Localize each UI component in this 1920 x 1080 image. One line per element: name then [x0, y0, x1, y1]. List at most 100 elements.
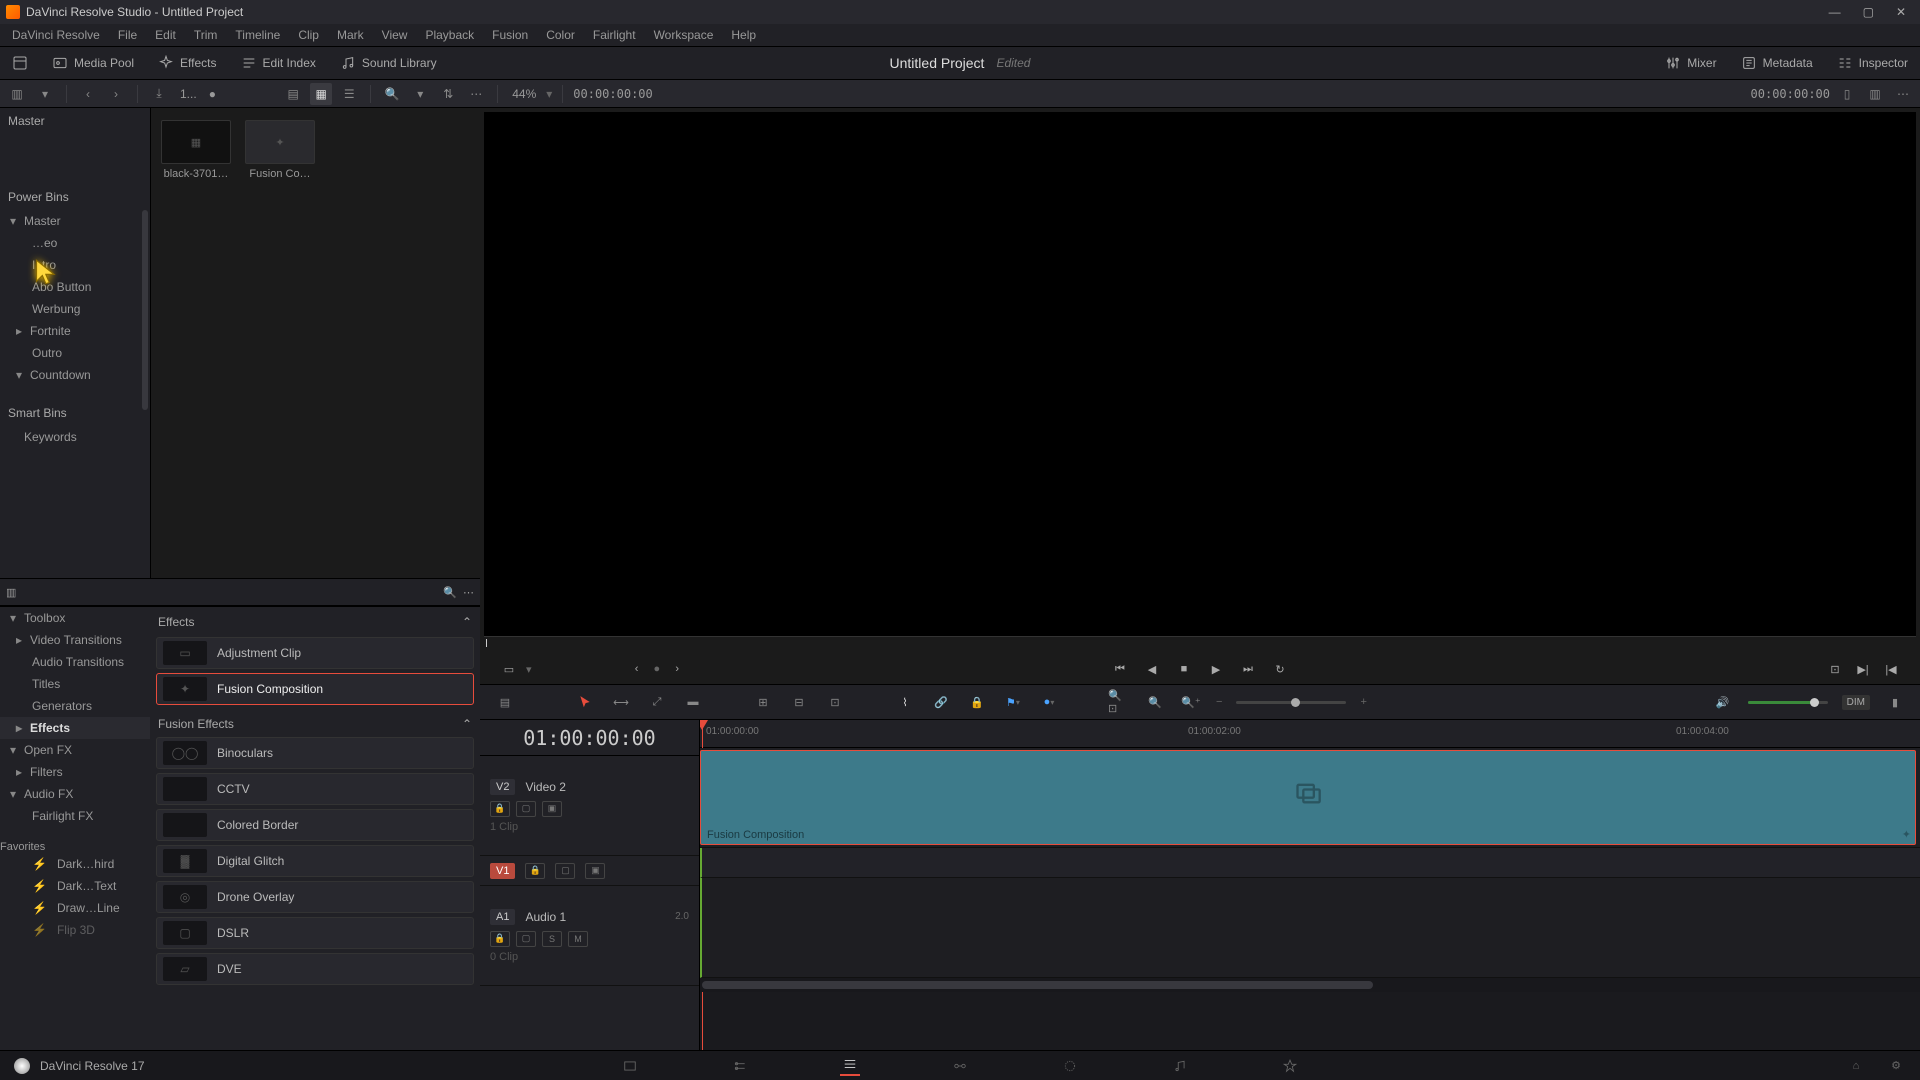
fx-audiofx[interactable]: ▾Audio FX — [0, 783, 150, 805]
timeline-tracks[interactable]: 01:00:00:00 01:00:02:00 01:00:04:00 Fusi… — [700, 720, 1920, 1050]
track-lane-v1[interactable] — [700, 848, 1920, 878]
fx-filters[interactable]: ▸Filters — [0, 761, 150, 783]
track-header-v1[interactable]: V1 🔒 ▢ ▣ — [480, 856, 699, 886]
fx-openfx[interactable]: ▾Open FX — [0, 739, 150, 761]
sidebar-toggle-icon[interactable]: ▥ — [6, 83, 28, 105]
prev-frame-button[interactable]: ◀ — [1143, 660, 1161, 678]
fx-fusion-composition[interactable]: ✦Fusion Composition — [156, 673, 474, 705]
menu-fusion[interactable]: Fusion — [484, 26, 536, 44]
fx-effects[interactable]: ▸Effects — [0, 717, 150, 739]
powerbin-item-outro[interactable]: Outro — [0, 342, 150, 364]
fx-dslr[interactable]: ▢DSLR — [156, 917, 474, 949]
blade-tool[interactable]: ▬ — [682, 691, 704, 713]
menu-file[interactable]: File — [110, 26, 145, 44]
mixer-button[interactable]: Mixer — [1653, 55, 1728, 71]
fairlight-page-icon[interactable] — [1170, 1056, 1190, 1076]
viewer-options-icon[interactable]: ⋯ — [1892, 83, 1914, 105]
dropdown-icon[interactable]: ▾ — [34, 83, 56, 105]
nav-back-icon[interactable]: ‹ — [77, 83, 99, 105]
first-frame-button[interactable]: ⏮ — [1111, 660, 1129, 678]
menu-timeline[interactable]: Timeline — [227, 26, 288, 44]
media-page-icon[interactable] — [620, 1056, 640, 1076]
viewer-scrubber[interactable] — [484, 636, 1916, 654]
volume-icon[interactable]: 🔊 — [1712, 691, 1734, 713]
smartbin-keywords[interactable]: Keywords — [0, 426, 150, 448]
powerbin-item-werbung[interactable]: Werbung — [0, 298, 150, 320]
fav-item-1[interactable]: ⚡Dark…Text — [0, 875, 150, 897]
single-viewer-icon[interactable]: ▯ — [1836, 83, 1858, 105]
menu-help[interactable]: Help — [723, 26, 764, 44]
thumb-view-icon[interactable]: ▦ — [310, 83, 332, 105]
detail-zoom-icon[interactable]: 🔍 — [1144, 691, 1166, 713]
track-header-v2[interactable]: V2Video 2 🔒 ▢ ▣ 1 Clip — [480, 756, 699, 856]
in-out-icon[interactable]: ▶| — [1854, 660, 1872, 678]
list-view-icon[interactable]: ☰ — [338, 83, 360, 105]
fx-options-icon[interactable]: ⋯ — [463, 586, 474, 599]
minimize-button[interactable]: — — [1829, 5, 1841, 19]
disable-track-icon[interactable]: ▣ — [542, 801, 562, 817]
dynamic-trim-tool[interactable]: ⤢ — [646, 691, 668, 713]
custom-zoom-icon[interactable]: 🔍⁺ — [1180, 691, 1202, 713]
v1-auto-icon[interactable]: ▢ — [555, 863, 575, 879]
fx-fairlight[interactable]: Fairlight FX — [0, 805, 150, 827]
mute-icon[interactable]: ▮ — [1884, 691, 1906, 713]
menu-mark[interactable]: Mark — [329, 26, 372, 44]
a1-mute-icon[interactable]: M — [568, 931, 588, 947]
menu-clip[interactable]: Clip — [290, 26, 327, 44]
fx-digital-glitch[interactable]: ▓Digital Glitch — [156, 845, 474, 877]
a1-auto-icon[interactable]: ▢ — [516, 931, 536, 947]
sound-library-button[interactable]: Sound Library — [328, 47, 449, 79]
fx-sidebar-toggle-icon[interactable]: ▥ — [6, 586, 16, 599]
powerbin-item-0[interactable]: …eo — [0, 232, 150, 254]
volume-slider[interactable] — [1748, 701, 1828, 704]
prev-marker-icon[interactable]: ‹ — [628, 660, 646, 678]
loop-button[interactable]: ↻ — [1271, 660, 1289, 678]
fx-toolbox[interactable]: ▾Toolbox — [0, 607, 150, 629]
fx-cctv[interactable]: CCTV — [156, 773, 474, 805]
flag-icon[interactable]: ⚑▾ — [1002, 691, 1024, 713]
collapse-icon[interactable]: ⌃ — [462, 615, 472, 629]
track-lane-a1[interactable] — [700, 878, 1920, 978]
import-icon[interactable]: ⤓ — [148, 83, 170, 105]
track-header-a1[interactable]: A1Audio 12.0 🔒 ▢ S M 0 Clip — [480, 886, 699, 986]
fx-colored-border[interactable]: Colored Border — [156, 809, 474, 841]
fx-dve[interactable]: ▱DVE — [156, 953, 474, 985]
zoom-percent[interactable]: 44% — [512, 87, 536, 101]
zoom-to-fit-icon[interactable]: 🔍⊡ — [1108, 691, 1130, 713]
a1-solo-icon[interactable]: S — [542, 931, 562, 947]
effects-button[interactable]: Effects — [146, 47, 228, 79]
track-lane-v2[interactable]: Fusion Composition ✦ — [700, 748, 1920, 848]
lock-icon[interactable]: 🔒 — [966, 691, 988, 713]
marker-icon[interactable]: ●▾ — [1038, 691, 1060, 713]
strip-view-icon[interactable]: ▤ — [282, 83, 304, 105]
replace-icon[interactable]: ⊡ — [824, 691, 846, 713]
fx-adjustment-clip[interactable]: ▭Adjustment Clip — [156, 637, 474, 669]
fusion-page-icon[interactable] — [950, 1056, 970, 1076]
options-icon[interactable]: ⋯ — [465, 83, 487, 105]
dual-viewer-icon[interactable]: ▥ — [1864, 83, 1886, 105]
collapse-icon-2[interactable]: ⌃ — [462, 717, 472, 731]
powerbin-item-countdown[interactable]: ▾Countdown — [0, 364, 150, 386]
play-button[interactable]: ▶ — [1207, 660, 1225, 678]
timeline-ruler[interactable]: 01:00:00:00 01:00:02:00 01:00:04:00 — [700, 720, 1920, 748]
fx-drone-overlay[interactable]: ◎Drone Overlay — [156, 881, 474, 913]
trim-tool[interactable]: ⟷ — [610, 691, 632, 713]
clip-thumb-black[interactable]: ▦ black-3701… — [161, 120, 231, 180]
deliver-page-icon[interactable] — [1280, 1056, 1300, 1076]
color-page-icon[interactable] — [1060, 1056, 1080, 1076]
tree-scrollbar[interactable] — [142, 210, 148, 410]
next-frame-button[interactable]: ⏭ — [1239, 660, 1257, 678]
out-icon[interactable]: |◀ — [1882, 660, 1900, 678]
fx-titles[interactable]: Titles — [0, 673, 150, 695]
menu-edit[interactable]: Edit — [147, 26, 184, 44]
edit-index-button[interactable]: Edit Index — [229, 47, 328, 79]
fx-search-icon[interactable]: 🔍 — [443, 586, 457, 599]
project-settings-icon[interactable]: ⚙ — [1886, 1056, 1906, 1076]
powerbin-master[interactable]: ▾Master — [0, 210, 150, 232]
powerbin-item-fortnite[interactable]: ▸Fortnite — [0, 320, 150, 342]
fav-item-2[interactable]: ⚡Draw…Line — [0, 897, 150, 919]
fx-audio-transitions[interactable]: Audio Transitions — [0, 651, 150, 673]
overwrite-icon[interactable]: ⊟ — [788, 691, 810, 713]
menu-workspace[interactable]: Workspace — [646, 26, 722, 44]
expand-ui-button[interactable] — [0, 47, 40, 79]
